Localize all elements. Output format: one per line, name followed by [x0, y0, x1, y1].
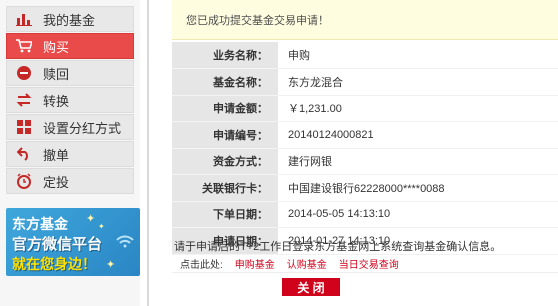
row-label: 资金方式：: [172, 148, 278, 175]
wechat-promo-banner[interactable]: 东方基金 官方微信平台 就在您身边！ ✦ ✦ ✦: [6, 208, 140, 276]
link-today-trade-query[interactable]: 当日交易查询: [339, 256, 399, 271]
link-subscribe-fund[interactable]: 认购基金: [287, 256, 327, 271]
row-value: 建行网银: [278, 148, 558, 175]
row-value: 申购: [278, 42, 558, 69]
sparkle-icon: ✦: [86, 213, 96, 225]
sidebar: 我的基金 购买 赎回 转换 设置分红方式 撤单 定投 东方基金 官方微信平台 就…: [0, 0, 140, 306]
table-row: 申请编号： 20140124000821: [172, 121, 558, 149]
convert-icon: [15, 91, 33, 109]
quick-links: 点击此处: 申购基金 认购基金 当日交易查询: [180, 256, 399, 271]
banner-title: 官方微信平台: [12, 236, 103, 253]
grid-icon: [15, 118, 33, 136]
sidebar-divider: [147, 0, 149, 306]
alarm-clock-icon: [15, 172, 33, 190]
sparkle-icon: ✦: [106, 259, 116, 271]
bar-chart-icon: [15, 10, 33, 28]
order-detail-table: 业务名称： 申购 基金名称： 东方龙混合 申请金额： ￥1,231.00 申请编…: [172, 42, 558, 255]
wifi-icon: [114, 226, 136, 251]
row-value: ￥1,231.00: [278, 95, 558, 122]
divider-line: [172, 272, 558, 273]
success-notice: 您已成功提交基金交易申请！: [172, 0, 558, 40]
sidebar-item-purchase[interactable]: 购买: [6, 33, 134, 59]
row-label: 业务名称：: [172, 42, 278, 69]
table-row: 业务名称： 申购: [172, 42, 558, 69]
sidebar-item-label: 赎回: [43, 66, 70, 82]
confirmation-tip: 请于申请后的T+2工作日登录东方基金网上系统查询基金确认信息。: [174, 241, 502, 253]
sidebar-item-label: 撤单: [43, 147, 70, 163]
sidebar-item-cancel-order[interactable]: 撤单: [6, 141, 134, 167]
row-label: 申请金额：: [172, 95, 278, 122]
table-row: 基金名称： 东方龙混合: [172, 68, 558, 96]
redeem-icon: [15, 64, 33, 82]
row-label: 基金名称：: [172, 68, 278, 96]
sidebar-item-convert[interactable]: 转换: [6, 87, 134, 113]
row-label: 下单日期：: [172, 201, 278, 228]
sidebar-item-my-funds[interactable]: 我的基金: [6, 6, 134, 32]
table-row: 资金方式： 建行网银: [172, 148, 558, 175]
row-value: 东方龙混合: [278, 68, 558, 96]
table-row: 申请金额： ￥1,231.00: [172, 95, 558, 122]
row-label: 关联银行卡：: [172, 174, 278, 202]
table-row: 下单日期： 2014-05-05 14:13:10: [172, 201, 558, 228]
row-value: 2014-05-05 14:13:10: [278, 201, 558, 228]
undo-icon: [15, 145, 33, 163]
sidebar-item-label: 定投: [43, 174, 70, 190]
link-purchase-fund[interactable]: 申购基金: [235, 256, 275, 271]
notice-text: 您已成功提交基金交易申请！: [186, 14, 329, 27]
links-prefix: 点击此处:: [180, 260, 223, 271]
sidebar-item-redeem[interactable]: 赎回: [6, 60, 134, 86]
banner-slogan: 就在您身边！: [12, 256, 96, 272]
sparkle-icon: ✦: [98, 222, 105, 231]
sidebar-item-dividend-setting[interactable]: 设置分红方式: [6, 114, 134, 140]
row-value: 20140124000821: [278, 121, 558, 149]
table-row: 关联银行卡： 中国建设银行62228000****0088: [172, 174, 558, 202]
row-label: 申请编号：: [172, 121, 278, 149]
sidebar-item-fixed-investment[interactable]: 定投: [6, 168, 134, 194]
sidebar-item-label: 转换: [43, 93, 70, 109]
banner-brand: 东方基金: [12, 216, 68, 232]
cart-icon: [15, 37, 33, 55]
sidebar-item-label: 我的基金: [43, 12, 96, 28]
sidebar-item-label: 购买: [43, 39, 70, 55]
row-value: 中国建设银行62228000****0088: [278, 174, 558, 202]
sidebar-item-label: 设置分红方式: [43, 120, 122, 136]
close-button[interactable]: 关 闭: [282, 278, 340, 296]
